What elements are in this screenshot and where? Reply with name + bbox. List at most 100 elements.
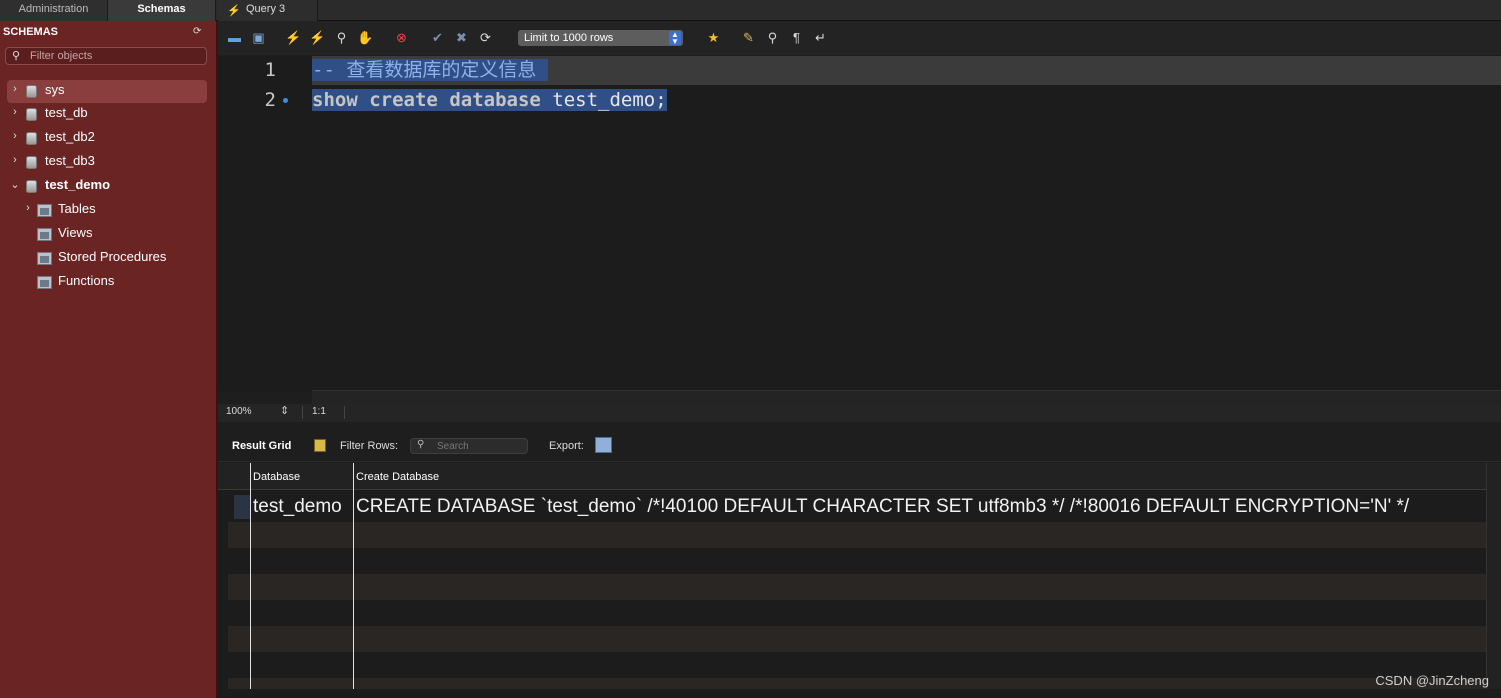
filter-objects-field[interactable]: ⚲ (5, 47, 207, 65)
search-icon: ⚲ (417, 439, 425, 450)
tree-item-functions[interactable]: Functions (20, 271, 207, 293)
execute-icon[interactable]: ⚡ (285, 29, 302, 46)
schema-item-test-db[interactable]: › test_db (7, 103, 207, 125)
result-grid-label[interactable]: Result Grid (232, 440, 291, 452)
code-line-1[interactable]: -- 查看数据库的定义信息 (312, 56, 1501, 85)
watermark: CSDN @JinZcheng (1375, 673, 1489, 688)
row-selector[interactable] (234, 495, 250, 519)
tab-query-label: Query 3 (246, 3, 286, 15)
table-row (228, 522, 1486, 548)
result-grid: Database Create Database test_demo CREAT… (218, 463, 1501, 698)
invisible-chars-icon[interactable]: ¶ (788, 29, 805, 46)
schema-item-sys[interactable]: › sys (7, 80, 207, 103)
grid-header: Database Create Database (218, 463, 1501, 490)
zoom-stepper-icon[interactable]: ⇕ (280, 404, 289, 417)
line-number: 1 (264, 59, 276, 81)
schemas-sidebar: SCHEMAS ⟳ ⚲ › sys › test_db › test_db2 ›… (0, 21, 217, 698)
results-toolbar: Result Grid Filter Rows: ⚲ Export: (218, 432, 1501, 462)
schema-label: test_db2 (45, 129, 95, 144)
schema-label: sys (45, 82, 65, 97)
export-label: Export: (549, 440, 584, 452)
open-file-icon[interactable]: ▬ (226, 29, 243, 46)
tree-item-views[interactable]: Views (20, 223, 207, 245)
schema-label: test_db3 (45, 153, 95, 168)
database-icon (26, 180, 37, 193)
table-row (228, 626, 1486, 652)
tables-folder-icon (37, 204, 52, 217)
database-icon (26, 85, 37, 98)
add-snippet-icon[interactable]: ★ (705, 29, 722, 46)
save-icon[interactable]: ▣ (250, 29, 267, 46)
filter-objects-input[interactable] (28, 48, 203, 64)
search-icon: ⚲ (12, 50, 21, 62)
filter-rows-search[interactable]: ⚲ (410, 438, 528, 454)
tree-item-stored-procedures[interactable]: Stored Procedures (20, 247, 207, 269)
word-wrap-icon[interactable]: ↵ (812, 29, 829, 46)
cell-database[interactable]: test_demo (253, 496, 342, 518)
keyword-database: database (449, 89, 541, 111)
tree-item-label: Functions (58, 273, 115, 288)
tab-administration[interactable]: Administration (0, 0, 108, 21)
export-icon[interactable] (595, 437, 612, 453)
commit-icon[interactable]: ✔ (429, 29, 446, 46)
schema-item-test-db2[interactable]: › test_db2 (7, 127, 207, 149)
editor-horizontal-scrollbar[interactable] (312, 390, 1501, 405)
comment-text: -- 查看数据库的定义信息 (312, 59, 549, 81)
schema-label: test_demo (45, 177, 111, 192)
grid-vertical-scrollbar[interactable] (1486, 463, 1501, 689)
chevron-right-icon[interactable]: › (10, 130, 20, 142)
explain-icon[interactable]: ⚲ (333, 29, 350, 46)
procedures-folder-icon (37, 252, 52, 265)
divider (302, 406, 303, 419)
autocommit-icon[interactable]: ⟳ (477, 29, 494, 46)
table-row (228, 678, 1486, 689)
beautify-icon[interactable]: ✎ (740, 29, 757, 46)
keyword-show: show (312, 89, 358, 111)
tree-item-tables[interactable]: › Tables (20, 199, 207, 221)
rollback-icon[interactable]: ✖ (453, 29, 470, 46)
column-header-create-database[interactable]: Create Database (356, 471, 439, 483)
chevron-right-icon[interactable]: › (10, 106, 20, 118)
divider (344, 406, 345, 419)
zoom-level[interactable]: 100% (226, 406, 252, 417)
top-tab-bar: Administration Schemas ⚡ Query 3 (0, 0, 1501, 21)
cell-create-database[interactable]: CREATE DATABASE `test_demo` /*!40100 DEF… (356, 496, 1409, 518)
find-icon[interactable]: ⚲ (764, 29, 781, 46)
schema-item-test-demo[interactable]: ⌄ test_demo (7, 175, 207, 197)
functions-folder-icon (37, 276, 52, 289)
refresh-schemas-icon[interactable]: ⟳ (193, 26, 201, 37)
database-icon (26, 132, 37, 145)
tab-schemas[interactable]: Schemas (108, 0, 216, 21)
views-folder-icon (37, 228, 52, 241)
line-number: 2 (264, 89, 276, 111)
tree-item-label: Tables (58, 201, 96, 216)
chevron-down-icon[interactable]: ⌄ (10, 178, 20, 191)
schema-label: test_db (45, 105, 88, 120)
keyword-create: create (369, 89, 438, 111)
statement-marker-icon (283, 98, 288, 103)
table-row (228, 574, 1486, 600)
column-divider (353, 463, 354, 689)
chevron-right-icon[interactable]: › (10, 83, 20, 95)
tree-item-label: Views (58, 225, 93, 240)
filter-rows-label: Filter Rows: (340, 440, 399, 452)
sql-editor-toolbar: ▬ ▣ ⚡ ⚡ ⚲ ✋ ⊗ ✔ ✖ ⟳ Limit to 1000 rows ▲… (218, 21, 1501, 55)
toggle-error-icon[interactable]: ⊗ (393, 29, 410, 46)
schema-item-test-db3[interactable]: › test_db3 (7, 151, 207, 173)
limit-rows-select[interactable]: Limit to 1000 rows ▲ ▼ (518, 30, 683, 46)
tab-query[interactable]: ⚡ Query 3 (218, 0, 318, 21)
execute-current-icon[interactable]: ⚡ (309, 29, 326, 46)
stop-icon[interactable]: ✋ (357, 29, 374, 46)
code-line-2[interactable]: show create database test_demo; (312, 86, 667, 115)
grid-icon[interactable] (314, 439, 326, 452)
database-icon (26, 108, 37, 121)
database-icon (26, 156, 37, 169)
sql-editor[interactable]: 1 2 -- 查看数据库的定义信息 show create database t… (218, 56, 1501, 405)
column-header-database[interactable]: Database (253, 471, 300, 483)
column-divider (250, 463, 251, 689)
database-name-token: test_demo; (552, 89, 667, 111)
filter-rows-input[interactable] (435, 439, 525, 453)
chevron-right-icon[interactable]: › (10, 154, 20, 166)
chevron-up-down-icon: ▲ ▼ (669, 31, 681, 46)
chevron-right-icon[interactable]: › (23, 202, 33, 214)
